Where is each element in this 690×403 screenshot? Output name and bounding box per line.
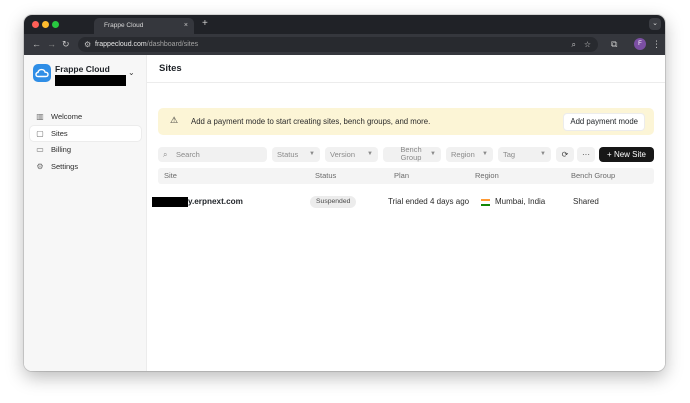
- chevron-down-icon: ▼: [430, 151, 436, 157]
- bench-group-text: Shared: [573, 197, 599, 206]
- column-header-plan[interactable]: Plan: [394, 168, 409, 184]
- page-title: Sites: [159, 63, 182, 74]
- sidebar-item-label: Sites: [51, 129, 68, 138]
- sidebar-item-billing[interactable]: ▭ Billing: [30, 142, 141, 157]
- zoom-window-button[interactable]: [52, 21, 59, 28]
- add-payment-mode-button[interactable]: Add payment mode: [563, 113, 645, 131]
- sidebar-item-label: Welcome: [51, 112, 83, 121]
- browser-menu-icon[interactable]: ⋮: [652, 37, 661, 51]
- search-icon: ⌕: [163, 150, 168, 159]
- new-tab-button[interactable]: +: [202, 17, 208, 31]
- sidebar-item-sites[interactable]: ▢ Sites: [30, 126, 141, 141]
- tab-title: Frappe Cloud: [104, 22, 144, 29]
- back-arrow-icon[interactable]: ←: [32, 38, 41, 50]
- close-window-button[interactable]: [32, 21, 39, 28]
- redacted-account-name: [55, 75, 126, 86]
- app-content: Frappe Cloud ⌄ ▥ Welcome ▢ Sites ▭ Billi…: [24, 55, 665, 371]
- status-badge: Suspended: [310, 196, 357, 208]
- bookmark-star-icon[interactable]: ☆: [584, 37, 591, 52]
- browser-tab[interactable]: Frappe Cloud ×: [94, 18, 194, 34]
- search-input[interactable]: ⌕ Search: [158, 147, 267, 162]
- region-filter-label: Region: [451, 150, 475, 159]
- refresh-icon: ⟳: [561, 150, 569, 159]
- version-filter-label: Version: [330, 150, 356, 159]
- sidebar-item-settings[interactable]: ⚙ Settings: [30, 159, 141, 174]
- table-row[interactable]: y.erpnext.com Suspended Trial ended 4 da…: [152, 193, 654, 211]
- filter-bar: ⌕ Search Status ▼ Version ▼ Bench Group …: [158, 146, 654, 162]
- page-icon: ▢: [36, 129, 44, 138]
- new-site-button[interactable]: + New Site: [599, 147, 654, 162]
- minimize-window-button[interactable]: [42, 21, 49, 28]
- zoom-icon[interactable]: ⌕: [572, 37, 576, 52]
- url-domain: frappecloud.com: [95, 41, 147, 48]
- gear-icon: ⚙: [36, 162, 44, 171]
- column-header-bench-group[interactable]: Bench Group: [571, 168, 615, 184]
- main-panel: Sites ⚠ Add a payment mode to start crea…: [147, 55, 665, 371]
- warning-icon: ⚠: [170, 115, 179, 125]
- url-text: frappecloud.com/dashboard/sites: [95, 37, 198, 52]
- building-icon: ▥: [36, 112, 44, 121]
- browser-window: Frappe Cloud × + ⌄ ← → ↻ ⚙ frappecloud.c…: [24, 15, 665, 371]
- card-icon: ▭: [36, 145, 44, 154]
- frappe-cloud-logo: [33, 64, 51, 82]
- region-text: Mumbai, India: [495, 197, 546, 206]
- org-name[interactable]: Frappe Cloud: [55, 64, 110, 74]
- site-name[interactable]: y.erpnext.com: [188, 193, 243, 211]
- tag-filter[interactable]: Tag ▼: [498, 147, 551, 162]
- more-options-button[interactable]: ···: [577, 147, 595, 162]
- india-flag-icon: [481, 199, 490, 206]
- refresh-button[interactable]: ⟳: [556, 147, 574, 162]
- column-header-status[interactable]: Status: [315, 168, 336, 184]
- bench-group-filter[interactable]: Bench Group ▼: [383, 146, 441, 162]
- payment-banner: ⚠ Add a payment mode to start creating s…: [158, 108, 654, 135]
- forward-arrow-icon[interactable]: →: [47, 38, 56, 50]
- sidebar-item-welcome[interactable]: ▥ Welcome: [30, 109, 141, 124]
- sidebar-item-label: Billing: [51, 145, 72, 154]
- column-header-region[interactable]: Region: [475, 168, 499, 184]
- version-filter[interactable]: Version ▼: [325, 147, 378, 162]
- plan-text: Trial ended 4 days ago: [388, 197, 470, 206]
- chevron-down-icon: ▼: [482, 151, 488, 157]
- tab-search-button[interactable]: ⌄: [649, 18, 661, 30]
- sites-table-header: Site Status Plan Region Bench Group: [158, 168, 654, 184]
- bench-group-filter-label-2: Group: [400, 153, 422, 162]
- status-filter-label: Status: [277, 150, 299, 159]
- sidebar: Frappe Cloud ⌄ ▥ Welcome ▢ Sites ▭ Billi…: [24, 55, 147, 371]
- tab-bar: Frappe Cloud × + ⌄: [24, 15, 665, 34]
- chevron-down-icon: ▼: [367, 151, 373, 157]
- region-filter[interactable]: Region ▼: [446, 147, 493, 162]
- plus-icon: +: [607, 150, 614, 159]
- reload-icon[interactable]: ↻: [62, 38, 70, 50]
- sidebar-item-label: Settings: [51, 162, 79, 171]
- profile-avatar[interactable]: F: [634, 38, 646, 50]
- chevron-down-icon: ▼: [540, 151, 546, 157]
- new-site-label: New Site: [613, 150, 646, 159]
- url-path: /dashboard/sites: [146, 41, 199, 48]
- address-bar[interactable]: ⚙ frappecloud.com/dashboard/sites ⌕ ☆: [78, 37, 598, 52]
- site-info-icon[interactable]: ⚙: [84, 38, 91, 51]
- page-header: Sites: [147, 55, 665, 83]
- extensions-icon[interactable]: ⧉: [611, 38, 617, 50]
- status-filter[interactable]: Status ▼: [272, 147, 320, 162]
- more-icon: ···: [582, 150, 590, 159]
- redacted-site-prefix: [152, 197, 188, 207]
- browser-toolbar: ← → ↻ ⚙ frappecloud.com/dashboard/sites …: [24, 34, 665, 55]
- chevron-down-icon[interactable]: ⌄: [128, 68, 135, 77]
- tab-close-icon[interactable]: ×: [184, 18, 188, 34]
- tag-filter-label: Tag: [503, 150, 516, 159]
- chevron-down-icon: ▼: [309, 151, 315, 157]
- column-header-site[interactable]: Site: [164, 168, 177, 184]
- banner-text: Add a payment mode to start creating sit…: [191, 117, 431, 126]
- search-placeholder: Search: [176, 150, 200, 159]
